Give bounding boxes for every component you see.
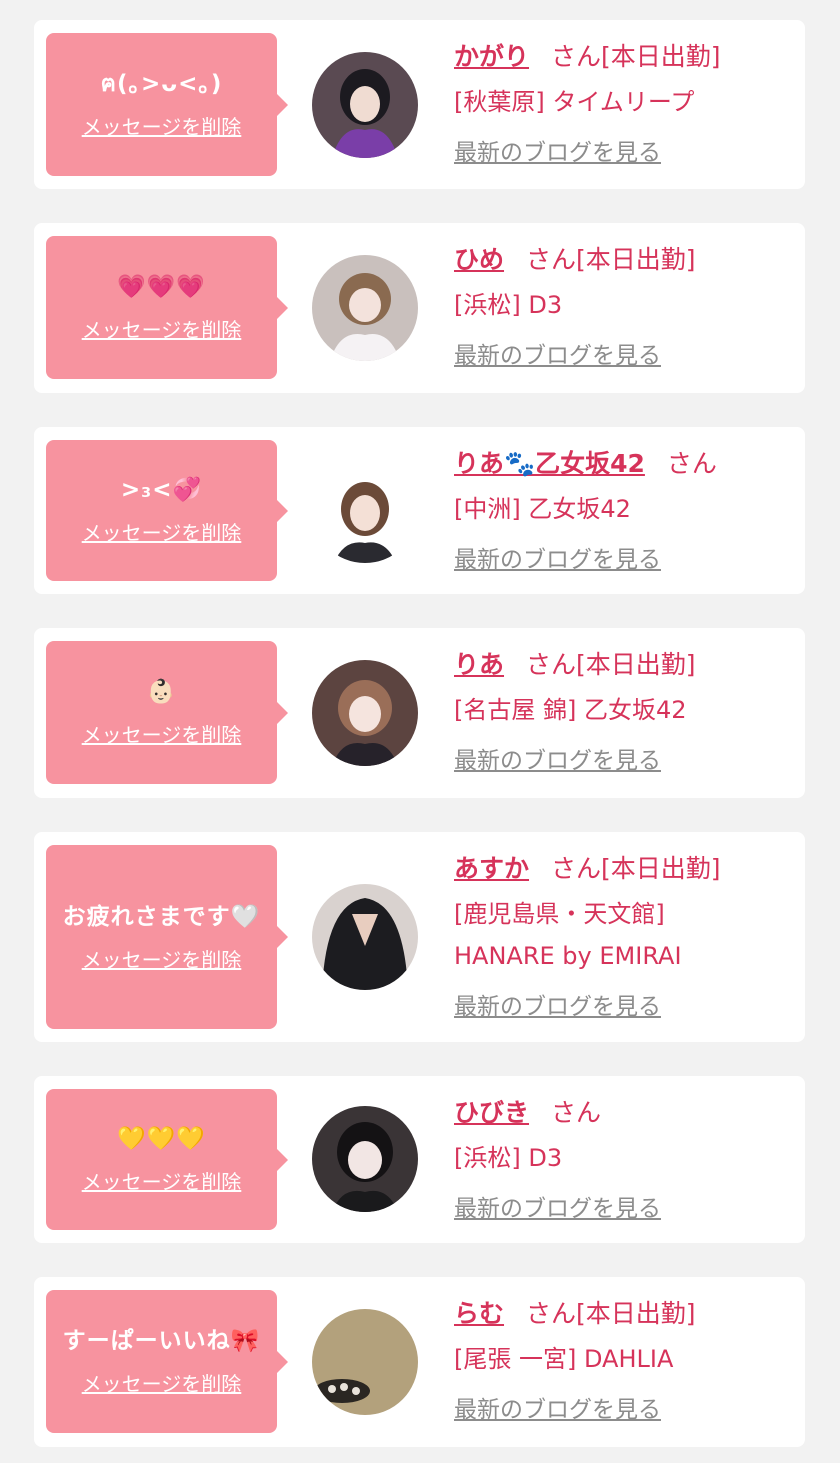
honorific-label: さん — [551, 42, 602, 71]
list-item: すーぱーいいね🎀 メッセージを削除 らむ さん[本日出勤] [尾張 一宮] DAH… — [34, 1277, 805, 1447]
cast-name-link[interactable]: らむ — [454, 1299, 504, 1328]
list-item: 💛💛💛 メッセージを削除 ひびき さん [浜松] D3 最新のブログを見る — [34, 1076, 805, 1243]
message-bubble: >₃<💞 メッセージを削除 — [46, 440, 288, 581]
latest-blog-link[interactable]: 最新のブログを見る — [454, 1189, 661, 1223]
latest-blog-link[interactable]: 最新のブログを見る — [454, 741, 661, 775]
avatar[interactable] — [312, 660, 418, 766]
message-bubble: 💗💗💗 メッセージを削除 — [46, 236, 288, 379]
avatar[interactable] — [312, 884, 418, 990]
cast-name-link[interactable]: ひびき — [454, 1098, 529, 1127]
message-text: 💗💗💗 — [117, 274, 206, 300]
avatar[interactable] — [312, 52, 418, 158]
latest-blog-link[interactable]: 最新のブログを見る — [454, 540, 661, 574]
status-badge: [本日出勤] — [576, 650, 696, 679]
status-badge: [本日出勤] — [576, 245, 696, 274]
message-text: すーぱーいいね🎀 — [62, 1328, 261, 1354]
list-item: 👶🏻 メッセージを削除 りあ さん[本日出勤] [名古屋 錦] 乙女坂42 最新の… — [34, 628, 805, 798]
message-text: ฅ(｡>ᴗ<｡) — [100, 71, 223, 97]
cast-name-link[interactable]: りあ🐾乙女坂42 — [454, 449, 645, 478]
message-text: お疲れさまです🤍 — [62, 903, 261, 930]
delete-message-link[interactable]: メッセージを削除 — [82, 111, 242, 140]
shop-label: [尾張 一宮] DAHLIA — [454, 1345, 674, 1373]
cast-name-link[interactable]: あすか — [454, 854, 529, 883]
message-bubble: 👶🏻 メッセージを削除 — [46, 641, 288, 784]
cast-name-link[interactable]: かがり — [454, 42, 529, 71]
list-item: >₃<💞 メッセージを削除 りあ🐾乙女坂42 さん [中洲] 乙女坂42 最新のブ… — [34, 427, 805, 594]
honorific-label: さん — [526, 245, 577, 274]
shop-label: [浜松] D3 — [454, 1144, 563, 1172]
shop-label: [浜松] D3 — [454, 291, 563, 319]
shop-label: [鹿児島県・天文館] HANARE by EMIRAI — [454, 900, 682, 970]
delete-message-link[interactable]: メッセージを削除 — [82, 944, 242, 973]
message-text: 💛💛💛 — [117, 1126, 206, 1152]
message-text: 👶🏻 — [146, 679, 177, 705]
avatar[interactable] — [312, 457, 418, 563]
message-bubble: ฅ(｡>ᴗ<｡) メッセージを削除 — [46, 33, 288, 176]
list-item: お疲れさまです🤍 メッセージを削除 あすか さん[本日出勤] [鹿児島県・天文館]… — [34, 832, 805, 1042]
status-badge: [本日出勤] — [601, 42, 721, 71]
status-badge: [本日出勤] — [601, 854, 721, 883]
list-item: ฅ(｡>ᴗ<｡) メッセージを削除 かがり さん[本日出勤] [秋葉原] タイムリ… — [34, 20, 805, 189]
message-bubble: お疲れさまです🤍 メッセージを削除 — [46, 845, 288, 1029]
message-bubble: 💛💛💛 メッセージを削除 — [46, 1089, 288, 1230]
list-item: 💗💗💗 メッセージを削除 ひめ さん[本日出勤] [浜松] D3 最新のブログを見… — [34, 223, 805, 393]
status-badge: [本日出勤] — [576, 1299, 696, 1328]
shop-label: [名古屋 錦] 乙女坂42 — [454, 696, 687, 724]
cast-name-link[interactable]: りあ — [454, 650, 504, 679]
latest-blog-link[interactable]: 最新のブログを見る — [454, 133, 661, 167]
message-bubble: すーぱーいいね🎀 メッセージを削除 — [46, 1290, 288, 1433]
honorific-label: さん — [526, 650, 577, 679]
delete-message-link[interactable]: メッセージを削除 — [82, 517, 242, 546]
avatar[interactable] — [312, 255, 418, 361]
avatar[interactable] — [312, 1309, 418, 1415]
honorific-label: さん — [551, 854, 602, 883]
latest-blog-link[interactable]: 最新のブログを見る — [454, 987, 661, 1021]
avatar[interactable] — [312, 1106, 418, 1212]
delete-message-link[interactable]: メッセージを削除 — [82, 719, 242, 748]
honorific-label: さん — [666, 449, 717, 478]
message-text: >₃<💞 — [120, 477, 203, 503]
latest-blog-link[interactable]: 最新のブログを見る — [454, 336, 661, 370]
shop-label: [秋葉原] タイムリープ — [454, 88, 695, 116]
delete-message-link[interactable]: メッセージを削除 — [82, 1368, 242, 1397]
shop-label: [中洲] 乙女坂42 — [454, 495, 631, 523]
honorific-label: さん — [526, 1299, 577, 1328]
delete-message-link[interactable]: メッセージを削除 — [82, 314, 242, 343]
delete-message-link[interactable]: メッセージを削除 — [82, 1166, 242, 1195]
cast-name-link[interactable]: ひめ — [454, 245, 504, 274]
honorific-label: さん — [551, 1098, 602, 1127]
latest-blog-link[interactable]: 最新のブログを見る — [454, 1390, 661, 1424]
favorite-cast-list: ฅ(｡>ᴗ<｡) メッセージを削除 かがり さん[本日出勤] [秋葉原] タイムリ… — [0, 0, 840, 1463]
